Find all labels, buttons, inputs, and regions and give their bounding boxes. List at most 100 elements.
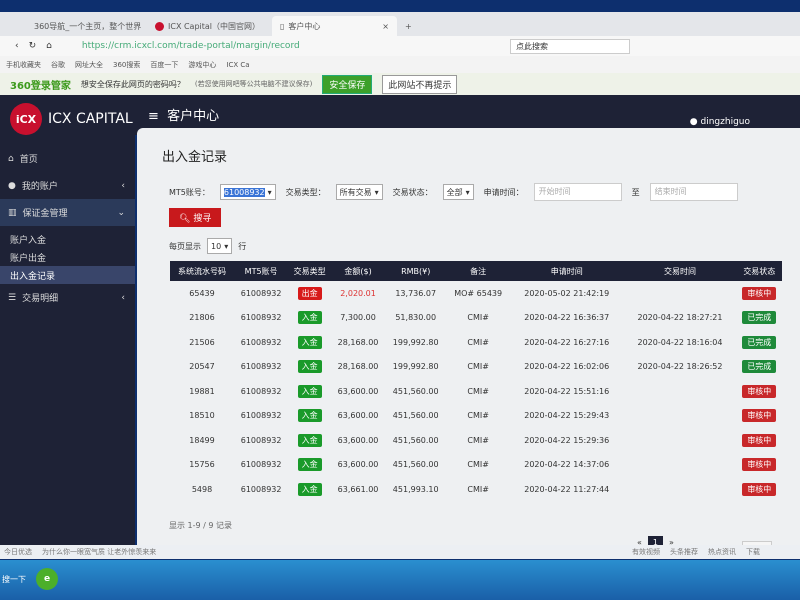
sidebar-sub-records[interactable]: 出入金记录 [0, 266, 135, 284]
home-icon[interactable]: ⌂ [46, 41, 52, 51]
bookmark[interactable]: 百度一下 [150, 60, 178, 70]
table-cell: 199,992.80 [385, 330, 446, 355]
cell-text: CMI# [467, 362, 489, 372]
cell-text: CMI# [467, 411, 489, 421]
cell-text: 2020-04-22 18:26:52 [637, 362, 723, 372]
bookmark[interactable]: 手机收藏夹 [6, 60, 41, 70]
column-header: 备注 [446, 261, 511, 281]
cell-text: 63,600.00 [337, 435, 379, 445]
user-menu[interactable]: ● dingzhiguo [690, 117, 750, 127]
type-select[interactable]: 所有交易 ▾ [335, 184, 383, 200]
per-page-label: 每页显示 [169, 241, 201, 251]
cell-text: 63,600.00 [337, 386, 379, 396]
cell-text: MO# 65439 [454, 288, 503, 298]
records-table: 系统流水号码 MT5账号 交易类型 金额($) RMB(¥) 备注 申请时间 交易时间 交易状态… [170, 261, 782, 502]
status-badge: 审核中 [742, 433, 777, 447]
never-prompt-button[interactable]: 此网站不再提示 [382, 74, 458, 94]
status-item[interactable]: 热点资讯 [708, 547, 736, 557]
cell-text: 2020-04-22 15:29:36 [524, 435, 610, 445]
status-select[interactable]: 全部 ▾ [442, 184, 474, 200]
browser-tab[interactable]: ICX Capital（中国官网） [147, 16, 272, 36]
table-cell: 审核中 [737, 281, 782, 306]
password-note: (若您使用网吧等公共电脑不建议保存) [194, 80, 313, 88]
cell-text: 20547 [189, 362, 215, 372]
sidebar-label: 交易明细 [22, 294, 59, 304]
sidebar-item-margin[interactable]: ▥ 保证金管理 ⌄ [0, 199, 135, 226]
table-row: 20547 61008932 入金 28,168.00 199,992.80 CMI# 20… [170, 355, 782, 380]
bookmark[interactable]: 谷歌 [51, 60, 65, 70]
username: dingzhiguo [700, 117, 750, 127]
cell-text: 63,600.00 [337, 460, 379, 470]
table-cell: 2020-04-22 18:26:52 [623, 355, 736, 380]
back-icon[interactable]: ‹ [15, 41, 19, 51]
status-item[interactable]: 为什么你一眼宽气质 让老外惊羡来来 [42, 547, 156, 557]
browser-tab-active[interactable]: ▯ 客户中心 × [272, 16, 397, 36]
table-cell: CMI# [446, 355, 510, 380]
mts-select[interactable]: 61008932 ▾ [219, 184, 276, 200]
table-cell: 入金 [288, 355, 331, 380]
start-time-input[interactable]: 开始时间 [533, 183, 622, 201]
table-cell: 61008932 [234, 306, 288, 331]
new-tab-button[interactable]: + [397, 16, 417, 36]
cell-text: 21506 [189, 337, 215, 347]
status-value: 全部 [446, 187, 463, 197]
cell-text: 19881 [189, 386, 215, 396]
table-cell: 63,600.00 [331, 428, 385, 453]
browser-taskbar-icon[interactable]: e [36, 568, 58, 590]
record-count: 显示 1-9 / 9 记录 [169, 521, 233, 530]
save-password-button[interactable]: 安全保存 [322, 74, 373, 94]
table-cell: 2020-04-22 11:27:44 [510, 477, 623, 502]
table-cell: 2020-04-22 18:27:21 [623, 306, 736, 331]
end-time-input[interactable]: 结束时间 [649, 183, 738, 201]
bookmarks-bar: 手机收藏夹 谷歌 网址大全 360搜索 百度一下 游戏中心 ICX Ca [0, 56, 800, 73]
type-badge: 入金 [297, 482, 322, 496]
status-item[interactable]: 今日优选 [4, 547, 32, 557]
cell-text: 2020-04-22 16:27:16 [524, 337, 610, 347]
table-cell: 审核中 [737, 428, 782, 453]
url-input[interactable]: https://crm.icxcl.com/trade-portal/margi… [82, 41, 300, 51]
status-item[interactable]: 下载 [746, 547, 760, 557]
table-cell: 28,168.00 [331, 330, 385, 355]
tab-label: ICX Capital（中国官网） [168, 21, 261, 31]
browser-tab[interactable]: 360导航_一个主页，整个世界 [22, 16, 147, 36]
cell-text: CMI# [467, 435, 489, 445]
browser-tabs: 360导航_一个主页，整个世界 ICX Capital（中国官网） ▯ 客户中心 ×… [0, 12, 800, 36]
bookmark[interactable]: 游戏中心 [188, 60, 216, 70]
per-page-value: 10 [211, 241, 222, 251]
cell-text: 2020-04-22 18:27:21 [637, 313, 723, 323]
cell-text: CMI# [467, 337, 489, 347]
table-cell: 451,560.00 [385, 453, 446, 478]
type-badge: 出金 [297, 286, 322, 300]
per-page-select[interactable]: 10 ▾ [207, 238, 233, 254]
table-cell: 2020-04-22 15:29:36 [510, 428, 623, 453]
sidebar-item-account[interactable]: ● 我的账户 ‹ [0, 172, 135, 199]
status-badge: 审核中 [742, 286, 777, 300]
table-cell [623, 379, 736, 404]
search-button[interactable]: 🔍︎ 搜寻 [169, 208, 222, 227]
menu-icon[interactable]: ≡ [148, 109, 159, 124]
close-icon[interactable]: × [382, 22, 389, 31]
sidebar-sub-deposit[interactable]: 账户入金 [0, 230, 135, 248]
chevron-down-icon: ▾ [374, 187, 379, 197]
bookmark[interactable]: ICX Ca [226, 61, 249, 69]
sidebar-item-trades[interactable]: ☰ 交易明细 ‹ [0, 284, 135, 311]
column-header: 交易类型 [288, 261, 331, 281]
bookmark[interactable]: 360搜索 [113, 60, 140, 70]
sidebar-item-home[interactable]: ⌂ 首页 [0, 145, 135, 172]
status-item[interactable]: 头条推荐 [670, 547, 698, 557]
logo[interactable]: iCX ICX CAPITAL [10, 103, 133, 135]
search-input[interactable]: 点此搜索 [510, 38, 630, 54]
table-cell: 2020-04-22 16:36:37 [510, 306, 623, 331]
cell-text: 2020-04-22 18:16:04 [637, 337, 723, 347]
table-cell: 入金 [288, 404, 331, 429]
table-cell: MO# 65439 [446, 281, 510, 306]
table-cell: 451,560.00 [385, 404, 446, 429]
sidebar-sub-withdraw[interactable]: 账户出金 [0, 248, 135, 266]
status-item[interactable]: 有效视频 [632, 547, 660, 557]
bookmark[interactable]: 网址大全 [75, 60, 103, 70]
main-content: 出入金记录 MT5账号： 61008932 ▾ 交易类型： 所有交易 ▾ 交易状态：… [137, 128, 800, 558]
table-cell: 61008932 [234, 453, 288, 478]
column-header: RMB(¥) [385, 261, 447, 281]
reload-icon[interactable]: ↻ [29, 41, 37, 51]
type-badge: 入金 [297, 311, 322, 325]
